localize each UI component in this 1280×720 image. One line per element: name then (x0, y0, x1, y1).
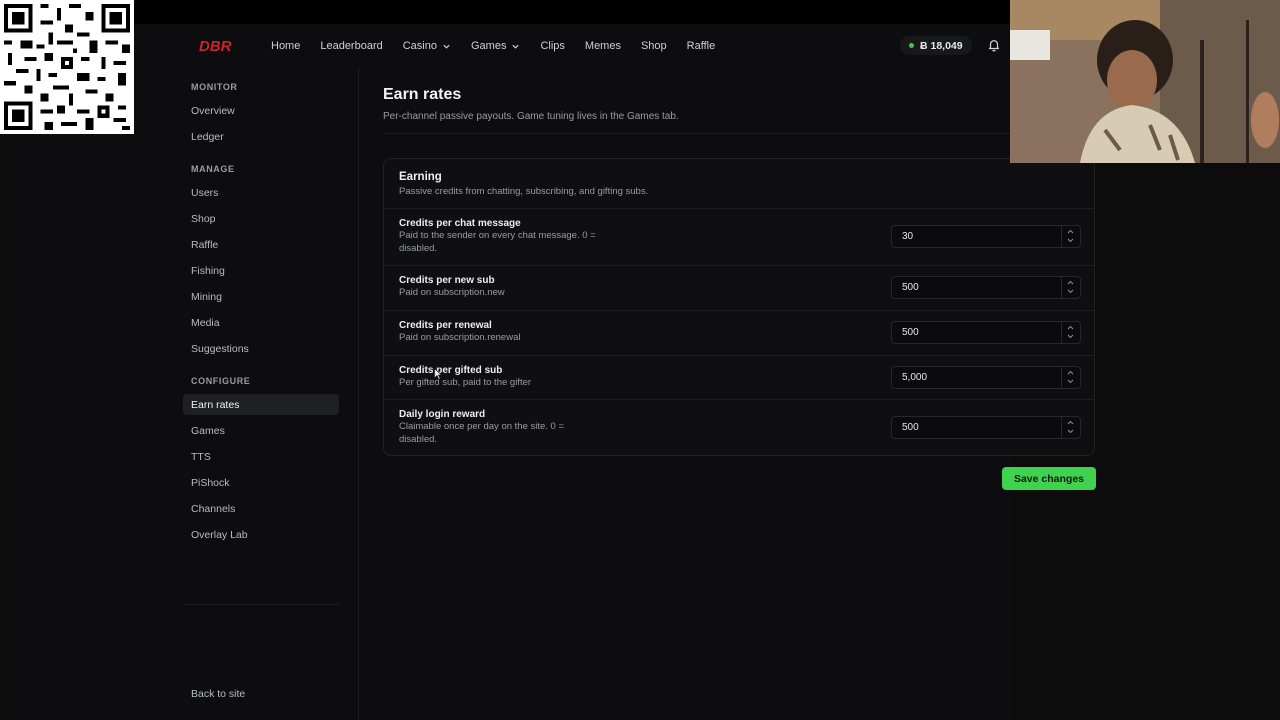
webcam-feed-image (1010, 0, 1280, 163)
chevron-down-icon (443, 44, 450, 49)
number-stepper[interactable] (1061, 322, 1080, 343)
row-title: Credits per chat message (399, 218, 521, 229)
section-configure: CONFIGURE (191, 376, 251, 386)
nav-shop[interactable]: Shop (631, 40, 677, 52)
input-value: 500 (902, 327, 919, 338)
sidebar-item-ledger[interactable]: Ledger (183, 126, 339, 147)
qr-code-image (0, 0, 134, 134)
row-title: Credits per renewal (399, 320, 492, 331)
row-divider (384, 310, 1094, 311)
sidebar-item-overview[interactable]: Overview (183, 100, 339, 121)
page-title: Earn rates (383, 86, 462, 103)
chevron-up-icon[interactable] (1067, 228, 1074, 235)
nav-games[interactable]: Games (461, 40, 530, 52)
row-description: Claimable once per day on the site. 0 = d… (399, 421, 565, 445)
sidebar-item-media[interactable]: Media (183, 312, 339, 333)
input-value: 500 (902, 422, 919, 433)
sidebar-item-fishing[interactable]: Fishing (183, 260, 339, 281)
balance-badge[interactable]: Ƀ 18,049 (900, 36, 972, 55)
sidebar-item-earn-rates[interactable]: Earn rates (183, 394, 339, 415)
logo-text: DBR (199, 38, 232, 54)
nav-leaderboard-label: Leaderboard (320, 40, 383, 52)
chat-message-credits-input[interactable]: 30 (891, 225, 1081, 248)
number-stepper[interactable] (1061, 277, 1080, 298)
sidebar-item-channels[interactable]: Channels (183, 498, 339, 519)
chevron-up-icon[interactable] (1067, 279, 1074, 286)
bell-icon[interactable] (987, 38, 1001, 52)
balance-value: Ƀ 18,049 (920, 39, 963, 52)
nav-clips-label: Clips (540, 40, 565, 52)
sidebar-item-users[interactable]: Users (183, 182, 339, 203)
input-value: 30 (902, 231, 914, 242)
sidebar-item-raffle[interactable]: Raffle (183, 234, 339, 255)
mouse-cursor-icon (434, 368, 442, 380)
input-value: 500 (902, 282, 919, 293)
back-to-site-link[interactable]: Back to site (183, 683, 339, 704)
sidebar-item-shop[interactable]: Shop (183, 208, 339, 229)
section-monitor: MONITOR (191, 82, 238, 92)
daily-login-credits-input[interactable]: 500 (891, 416, 1081, 439)
nav-casino[interactable]: Casino (393, 40, 461, 52)
section-manage: MANAGE (191, 164, 235, 174)
chevron-down-icon[interactable] (1067, 288, 1074, 295)
nav-raffle-label: Raffle (686, 40, 716, 52)
gifted-sub-credits-input[interactable]: 5,000 (891, 366, 1081, 389)
nav-leaderboard[interactable]: Leaderboard (310, 40, 392, 52)
sidebar-item-pishock[interactable]: PiShock (183, 472, 339, 493)
chevron-down-icon[interactable] (1067, 333, 1074, 340)
card-title: Earning (399, 171, 442, 183)
brand-logo[interactable]: DBR (199, 36, 239, 54)
nav-shop-label: Shop (640, 40, 667, 52)
sidebar-item-tts[interactable]: TTS (183, 446, 339, 467)
sidebar-divider (183, 604, 339, 605)
row-title: Credits per new sub (399, 275, 495, 286)
page-subtitle: Per-channel passive payouts. Game tuning… (383, 111, 679, 122)
main-nav: Home Leaderboard Casino Games Clips Meme… (261, 24, 725, 68)
chevron-up-icon[interactable] (1067, 369, 1074, 376)
row-new-sub: Credits per new sub Paid on subscription… (399, 275, 639, 300)
card-subtitle: Passive credits from chatting, subscribi… (399, 186, 649, 197)
row-daily-login: Daily login reward Claimable once per da… (399, 409, 639, 446)
nav-home-label: Home (271, 40, 301, 52)
chevron-down-icon[interactable] (1067, 428, 1074, 435)
number-stepper[interactable] (1061, 226, 1080, 247)
save-changes-button[interactable]: Save changes (1002, 467, 1096, 490)
chevron-up-icon[interactable] (1067, 324, 1074, 331)
nav-games-label: Games (470, 40, 507, 52)
nav-casino-label: Casino (402, 40, 437, 52)
row-divider (384, 355, 1094, 356)
nav-memes-label: Memes (584, 40, 621, 52)
sidebar-item-overlay-lab[interactable]: Overlay Lab (183, 524, 339, 545)
nav-memes[interactable]: Memes (575, 40, 631, 52)
nav-raffle[interactable]: Raffle (677, 40, 726, 52)
sidebar-item-mining[interactable]: Mining (183, 286, 339, 307)
sidebar-item-games[interactable]: Games (183, 420, 339, 441)
online-dot-icon (909, 43, 914, 48)
chevron-down-icon[interactable] (1067, 237, 1074, 244)
row-description: Paid on subscription.renewal (399, 332, 521, 343)
title-divider (383, 133, 1010, 134)
chevron-up-icon[interactable] (1067, 419, 1074, 426)
earning-card: Earning Passive credits from chatting, s… (383, 158, 1095, 456)
row-divider (384, 399, 1094, 400)
new-sub-credits-input[interactable]: 500 (891, 276, 1081, 299)
nav-home[interactable]: Home (261, 40, 310, 52)
row-title: Daily login reward (399, 409, 486, 420)
number-stepper[interactable] (1061, 367, 1080, 388)
sidebar-item-suggestions[interactable]: Suggestions (183, 338, 339, 359)
input-value: 5,000 (902, 372, 928, 383)
row-divider (384, 208, 1094, 209)
nav-clips[interactable]: Clips (530, 40, 574, 52)
renewal-credits-input[interactable]: 500 (891, 321, 1081, 344)
row-renewal: Credits per renewal Paid on subscription… (399, 320, 639, 345)
row-chat-message: Credits per chat message Paid to the sen… (399, 218, 639, 255)
row-divider (384, 265, 1094, 266)
row-description: Paid on subscription.new (399, 287, 505, 298)
chevron-down-icon[interactable] (1067, 378, 1074, 385)
number-stepper[interactable] (1061, 417, 1080, 438)
chevron-down-icon (512, 44, 520, 49)
site-header: DBR Home Leaderboard Casino Games Clips … (10, 24, 1010, 68)
row-description: Paid to the sender on every chat message… (399, 230, 596, 254)
card-header: Earning Passive credits from chatting, s… (399, 171, 648, 197)
